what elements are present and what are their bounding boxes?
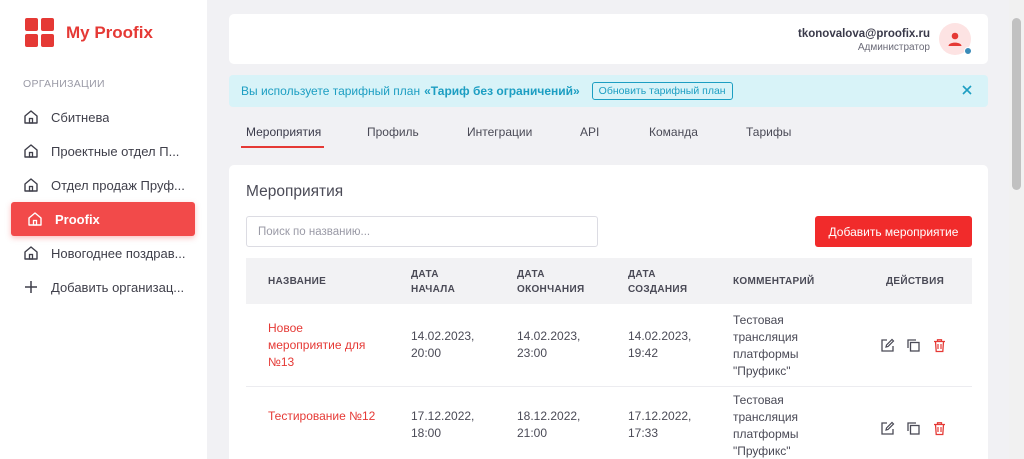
column-header-comment: КОММЕНТАРИЙ [733, 276, 815, 287]
online-status-dot [964, 47, 972, 55]
tab-team[interactable]: Команда [649, 125, 698, 139]
event-comment: Тестовая трансляция платформы "Пруфикс" [733, 393, 799, 458]
sidebar-item-label: Отдел продаж Пруф... [51, 177, 185, 193]
sidebar-item-label: Proofix [55, 211, 100, 227]
event-start-date: 17.12.2022, 18:00 [411, 409, 475, 440]
event-name-link[interactable]: Тестирование №12 [268, 408, 378, 425]
plan-banner: Вы используете тарифный план «Тариф без … [229, 75, 988, 107]
banner-text: Вы используете тарифный план [241, 84, 421, 98]
row-actions [879, 337, 948, 354]
top-header: tkonovalova@proofix.ru Администратор [229, 14, 988, 64]
app-title: My Proofix [66, 22, 153, 42]
column-header-start: ДАТА НАЧАЛА [411, 269, 456, 295]
edit-icon[interactable] [879, 337, 896, 354]
event-created-date: 17.12.2022, 17:33 [628, 409, 692, 440]
tab-integrations[interactable]: Интеграции [467, 125, 532, 139]
sidebar-item-add-organization[interactable]: Добавить организац... [11, 270, 195, 304]
event-comment: Тестовая трансляция платформы "Пруфикс" [733, 313, 799, 378]
event-created-date: 14.02.2023, 19:42 [628, 329, 692, 360]
event-start-date: 14.02.2023, 20:00 [411, 329, 475, 360]
column-header-created: ДАТА СОЗДАНИЯ [628, 269, 688, 295]
sidebar: My Proofix ОРГАНИЗАЦИИ Сбитнева Проектны… [0, 0, 207, 459]
sidebar-item-sbitneva[interactable]: Сбитнева [11, 100, 195, 134]
edit-icon[interactable] [879, 420, 896, 437]
page-scrollbar[interactable] [1009, 0, 1024, 459]
logo-icon [25, 18, 54, 47]
sidebar-item-new-year[interactable]: Новогоднее поздрав... [11, 236, 195, 270]
upgrade-plan-button[interactable]: Обновить тарифный план [591, 82, 733, 100]
sidebar-section-label: ОРГАНИЗАЦИИ [23, 78, 105, 90]
table-row: Тестирование №12 17.12.2022, 18:00 18.12… [246, 387, 972, 459]
app-logo[interactable]: My Proofix [25, 18, 153, 47]
banner-plan-name: «Тариф без ограничений» [424, 84, 580, 98]
event-end-date: 14.02.2023, 23:00 [517, 329, 581, 360]
copy-icon[interactable] [905, 420, 922, 437]
active-tab-indicator [241, 146, 324, 148]
user-icon [948, 32, 962, 46]
column-header-end: ДАТА ОКОНЧАНИЯ [517, 269, 585, 295]
copy-icon[interactable] [905, 337, 922, 354]
sidebar-item-label: Новогоднее поздрав... [51, 245, 186, 261]
sidebar-item-label: Добавить организац... [51, 279, 185, 295]
table-header: НАЗВАНИЕ ДАТА НАЧАЛА ДАТА ОКОНЧАНИЯ ДАТА… [246, 258, 972, 304]
tab-events[interactable]: Мероприятия [246, 125, 321, 139]
sidebar-item-project-dept[interactable]: Проектные отдел П... [11, 134, 195, 168]
delete-icon[interactable] [931, 337, 948, 354]
home-icon [26, 210, 44, 228]
home-icon [22, 142, 40, 160]
tab-profile[interactable]: Профиль [367, 125, 419, 139]
sidebar-item-label: Проектные отдел П... [51, 143, 180, 159]
page-title: Мероприятия [246, 183, 344, 200]
tab-tariffs[interactable]: Тарифы [746, 125, 791, 139]
search-input[interactable] [246, 216, 598, 247]
scrollbar-thumb[interactable] [1012, 18, 1021, 190]
sidebar-item-label: Сбитнева [51, 109, 110, 125]
close-icon[interactable] [960, 83, 974, 97]
row-actions [879, 420, 948, 437]
column-header-actions: ДЕЙСТВИЯ [886, 276, 945, 287]
column-header-name: НАЗВАНИЕ [268, 276, 327, 287]
user-role: Администратор [857, 42, 930, 53]
sidebar-item-sales-dept[interactable]: Отдел продаж Пруф... [11, 168, 195, 202]
event-name-link[interactable]: Новое мероприятие для №13 [268, 320, 378, 371]
home-icon [22, 108, 40, 126]
sidebar-item-proofix[interactable]: Proofix [11, 202, 195, 236]
tab-api[interactable]: API [580, 125, 599, 139]
user-email: tkonovalova@proofix.ru [798, 28, 930, 40]
home-icon [22, 244, 40, 262]
events-panel: Мероприятия Добавить мероприятие НАЗВАНИ… [229, 165, 988, 459]
event-end-date: 18.12.2022, 21:00 [517, 409, 581, 440]
plus-icon [22, 278, 40, 296]
delete-icon[interactable] [931, 420, 948, 437]
table-row: Новое мероприятие для №13 14.02.2023, 20… [246, 304, 972, 387]
add-event-button[interactable]: Добавить мероприятие [815, 216, 972, 247]
home-icon [22, 176, 40, 194]
